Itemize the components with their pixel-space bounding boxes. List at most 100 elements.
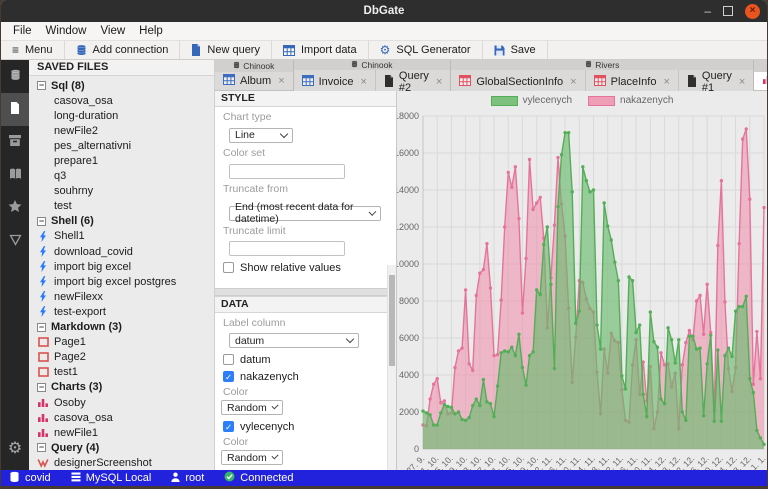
sql-generator-button[interactable]: ⚙ SQL Generator: [369, 41, 483, 59]
tree-item-import-big-excel[interactable]: import big excel: [29, 259, 214, 274]
column-row-nakazenych[interactable]: ✓ nakazenych: [223, 371, 396, 383]
close-button[interactable]: ×: [745, 3, 760, 19]
menu-view[interactable]: View: [93, 22, 132, 40]
nav-files[interactable]: [1, 93, 29, 126]
panel-splitter[interactable]: [215, 287, 396, 296]
tab-group-chinook-1: Chinook Invoice × Query #2 ×: [293, 60, 452, 94]
tree-item-newfile2[interactable]: newFile2: [29, 123, 214, 138]
truncate-limit-input[interactable]: [229, 241, 345, 256]
menu-button[interactable]: ≡ Menu: [1, 41, 65, 59]
chart-type-select[interactable]: Line: [229, 127, 293, 143]
tree-group-charts-3[interactable]: − Charts (3): [29, 380, 214, 395]
tree-item-casova-osa[interactable]: casova_osa: [29, 93, 214, 108]
column-checkbox-vylecenych[interactable]: ✓: [223, 421, 234, 432]
nav-databases[interactable]: [1, 60, 29, 93]
maximize-button[interactable]: [723, 6, 733, 16]
collapse-icon[interactable]: −: [37, 382, 46, 392]
close-tab-icon[interactable]: ×: [663, 76, 669, 88]
close-tab-icon[interactable]: ×: [360, 76, 366, 88]
minimize-button[interactable]: –: [704, 5, 711, 17]
nav-settings[interactable]: ⚙: [1, 432, 29, 465]
tab-casova-osa[interactable]: casova_osa×: [754, 72, 767, 90]
chart-icon: [37, 397, 49, 408]
collapse-icon[interactable]: −: [37, 81, 46, 91]
tree-item-newfilexx[interactable]: newFilexx: [29, 289, 214, 304]
color-label: Color: [223, 385, 249, 398]
tree-group-label: Markdown (3): [51, 321, 122, 334]
column-label: datum: [240, 353, 271, 366]
tree-group-shell-6[interactable]: − Shell (6): [29, 214, 214, 229]
tree-item-long-duration[interactable]: long-duration: [29, 108, 214, 123]
truncate-from-select[interactable]: End (most recent data for datetime): [229, 201, 381, 225]
window-title: DbGate: [363, 5, 405, 17]
tree-item-prepare1[interactable]: prepare1: [29, 153, 214, 168]
tree-item-q3[interactable]: q3: [29, 169, 214, 184]
tree-item-test-export[interactable]: test-export: [29, 304, 214, 319]
nav-plugins[interactable]: [1, 159, 29, 192]
color-set-input[interactable]: [229, 163, 345, 179]
column-row-vylecenych[interactable]: ✓ vylecenych: [223, 421, 396, 433]
tree-item-import-big-excel-postgres[interactable]: import big excel postgres: [29, 274, 214, 289]
menu-window[interactable]: Window: [39, 22, 94, 40]
app-window: DbGate – × File Window View Help ≡ Menu Add c…: [1, 0, 767, 486]
show-relative-values-row[interactable]: Show relative values: [223, 262, 396, 274]
menu-help[interactable]: Help: [132, 22, 170, 40]
status-connected[interactable]: Connected: [224, 471, 294, 485]
close-tab-icon[interactable]: ×: [570, 76, 576, 88]
import-data-button[interactable]: Import data: [272, 41, 369, 59]
data-panel-scrollbar[interactable]: [387, 265, 396, 470]
legend-item-nakazenych[interactable]: nakazenych: [588, 95, 673, 106]
tab-album[interactable]: Album ×: [215, 72, 293, 90]
tree-item-designerscreenshot[interactable]: designerScreenshot: [29, 455, 214, 470]
status-label: root: [185, 472, 205, 484]
color-select-vylecenych[interactable]: Random: [221, 450, 283, 465]
add-connection-button[interactable]: Add connection: [65, 41, 181, 59]
status-covid[interactable]: covid: [9, 471, 51, 486]
menu-file[interactable]: File: [6, 22, 39, 40]
tree-item-shell1[interactable]: Shell1: [29, 229, 214, 244]
chart-icon: [37, 412, 49, 423]
tree-group-sql-8[interactable]: − Sql (8): [29, 78, 214, 93]
tree-item-page1[interactable]: Page1: [29, 335, 214, 350]
color-select-nakazenych[interactable]: Random: [221, 400, 283, 415]
nav-filter[interactable]: [1, 225, 29, 258]
show-relative-values-checkbox[interactable]: [223, 262, 234, 273]
collapse-icon[interactable]: −: [37, 443, 46, 453]
new-query-button[interactable]: New query: [180, 41, 272, 59]
tree-group-query-4[interactable]: − Query (4): [29, 440, 214, 455]
tree-item-test[interactable]: test: [29, 199, 214, 214]
svg-text:6000: 6000: [399, 333, 419, 343]
tree-item-test1[interactable]: test1: [29, 365, 214, 380]
status-mysql-local[interactable]: MySQL Local: [71, 472, 151, 485]
legend-item-vylecenych[interactable]: vylecenych: [490, 95, 572, 106]
nav-archive[interactable]: [1, 126, 29, 159]
collapse-icon[interactable]: −: [37, 322, 46, 332]
tree-item-label: import big excel postgres: [54, 275, 177, 288]
tab-group-db-label: Chinook: [215, 60, 293, 72]
tree-item-pes-alternativni[interactable]: pes_alternativni: [29, 138, 214, 153]
column-row-datum[interactable]: datum: [223, 354, 396, 366]
save-button[interactable]: Save: [483, 41, 548, 59]
tree-item-download-covid[interactable]: download_covid: [29, 244, 214, 259]
close-tab-icon[interactable]: ×: [739, 76, 745, 88]
tree-item-page2[interactable]: Page2: [29, 350, 214, 365]
truncate-from-label: Truncate from: [223, 183, 288, 195]
label-column-select[interactable]: datum: [229, 333, 359, 348]
tree-item-souhrny[interactable]: souhrny: [29, 184, 214, 199]
column-checkbox-datum[interactable]: [223, 354, 234, 365]
close-tab-icon[interactable]: ×: [436, 76, 442, 88]
tree-item-osoby[interactable]: Osoby: [29, 395, 214, 410]
collapse-icon[interactable]: −: [37, 216, 46, 226]
close-tab-icon[interactable]: ×: [278, 75, 284, 87]
tree-item-casova-osa[interactable]: casova_osa: [29, 410, 214, 425]
tab-group-db-label: Chinook: [293, 60, 451, 70]
scrollbar-thumb[interactable]: [389, 275, 395, 366]
tree-group-markdown-3[interactable]: − Markdown (3): [29, 320, 214, 335]
column-checkbox-nakazenych[interactable]: ✓: [223, 371, 234, 382]
status-root[interactable]: root: [171, 472, 204, 485]
tab-group-rivers-2: Rivers GlobalSectionInfo × PlaceInfo × Query …: [451, 60, 755, 94]
chart-icon: [37, 427, 49, 438]
nav-favorites[interactable]: [1, 192, 29, 225]
tree-item-label: souhrny: [54, 185, 94, 198]
tree-item-newfile1[interactable]: newFile1: [29, 425, 214, 440]
